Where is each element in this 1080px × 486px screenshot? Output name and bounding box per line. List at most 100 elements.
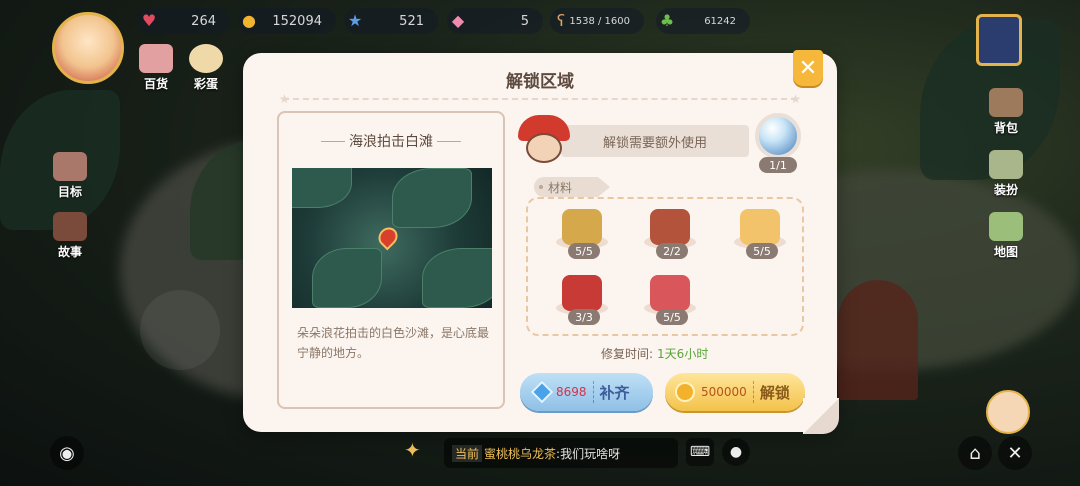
unlock-area-modal: 解锁区域 ★ ★ ✕ 海浪拍击白滩 朵朵浪花拍击的白色沙滩，是心底最宁静的地方。… [243, 50, 839, 434]
star-icon: ★ [347, 10, 363, 30]
close-icon: ✕ [798, 55, 818, 81]
fullscreen-button[interactable]: ✕ [998, 436, 1032, 470]
material-count: 5/5 [656, 309, 688, 325]
magic-wand-icon[interactable]: ✦ [404, 438, 434, 468]
fill-label: 补齐 [599, 383, 630, 402]
home-button[interactable]: ⌂ [958, 436, 992, 470]
area-description: 朵朵浪花拍击的白色沙滩，是心底最宁静的地方。 [297, 326, 490, 360]
friend-avatar[interactable] [986, 390, 1030, 434]
area-card: 海浪拍击白滩 朵朵浪花拍击的白色沙滩，是心底最宁静的地方。 [277, 111, 505, 409]
orb-count: 1/1 [759, 157, 797, 173]
red-chair-icon [562, 275, 602, 311]
dress-icon [989, 150, 1023, 179]
shop-icon [139, 44, 173, 73]
gems-value: 5 [520, 13, 529, 29]
star-decoration-icon: ★ [279, 92, 290, 106]
material-item[interactable]: 5/5 [642, 271, 698, 327]
stars-counter[interactable]: ★ 521 [344, 8, 438, 34]
coins-counter[interactable]: ● 152094 [238, 8, 336, 34]
clover-counter[interactable]: ♣ 61242 [656, 8, 750, 34]
coins-value: 152094 [272, 13, 322, 29]
repair-time: 修复时间: 1天6小时 [601, 345, 708, 362]
material-item[interactable]: 2/2 [642, 205, 698, 261]
modal-title: 解锁区域 [506, 72, 574, 92]
material-item[interactable]: 5/5 [554, 205, 610, 261]
gem-icon: ◆ [451, 10, 465, 30]
bottle-icon [740, 209, 780, 245]
microphone-icon: ● [729, 444, 743, 460]
crystal-orb-icon [755, 113, 801, 159]
material-item[interactable]: 5/5 [732, 205, 788, 261]
map-button[interactable]: 地图 [984, 212, 1028, 260]
crystal-orb-item[interactable]: 1/1 [751, 113, 805, 177]
close-button[interactable]: ✕ [793, 50, 823, 86]
player-avatar[interactable] [52, 12, 124, 84]
title-divider [283, 98, 797, 100]
hearts-value: 264 [191, 13, 216, 29]
leaf-shape [392, 168, 472, 228]
fill-cost: 8698 [556, 385, 587, 399]
goal-button[interactable]: 目标 [48, 152, 92, 200]
requirement-bar: 解锁需要额外使用 [561, 125, 749, 157]
unlock-label: 解锁 [759, 383, 790, 402]
leaf-shape [422, 248, 492, 308]
title-line [437, 141, 461, 142]
voice-button[interactable]: ● [722, 438, 750, 466]
dress-button[interactable]: 装扮 [984, 150, 1028, 198]
area-preview-image [292, 168, 492, 308]
coin-icon: ● [242, 10, 256, 30]
gems-counter[interactable]: ◆ 5 [447, 8, 543, 34]
material-item[interactable]: 3/3 [554, 271, 610, 327]
shop-button[interactable]: 百货 [134, 44, 178, 92]
material-count: 2/2 [656, 243, 688, 259]
shop-label: 百货 [143, 77, 168, 91]
materials-tag: 材料 [534, 177, 610, 197]
leaf-shape [312, 248, 382, 308]
coin-icon [675, 382, 695, 402]
heart-icon: ♥ [141, 10, 157, 30]
keyboard-button[interactable]: ⌨ [686, 438, 714, 466]
bag-label: 背包 [993, 121, 1018, 135]
material-count: 5/5 [568, 243, 600, 259]
fill-button[interactable]: 8698 补齐 [520, 373, 653, 411]
lamp-icon [562, 209, 602, 245]
bear-value: 1538 / 1600 [569, 15, 630, 27]
leaf-shape [292, 168, 352, 208]
clover-value: 61242 [704, 15, 736, 27]
page-fold [803, 398, 839, 434]
quest-book-icon[interactable] [976, 14, 1022, 66]
repair-label: 修复时间: [601, 347, 654, 361]
story-button[interactable]: 故事 [48, 212, 92, 260]
diamond-icon [530, 380, 554, 404]
bag-icon [989, 88, 1023, 117]
egg-button[interactable]: 彩蛋 [184, 44, 228, 92]
materials-label: 材料 [548, 180, 573, 195]
egg-label: 彩蛋 [193, 77, 218, 91]
chat-bar[interactable]: 当前 蜜桃桃乌龙茶 :我们玩啥呀 [444, 438, 678, 468]
material-count: 5/5 [746, 243, 778, 259]
unlock-button[interactable]: 500000 解锁 [665, 373, 805, 411]
map-icon [989, 212, 1023, 241]
bear-counter[interactable]: ʕ 1538 / 1600 [550, 8, 644, 34]
chat-channel: 当前 [452, 444, 483, 462]
map-pin-icon [374, 223, 402, 254]
cake-stand-icon [650, 209, 690, 245]
expand-icon: ✕ [1007, 442, 1023, 464]
bear-icon: ʕ [556, 10, 566, 30]
unlock-cost: 500000 [701, 385, 747, 399]
clover-icon: ♣ [659, 10, 675, 30]
story-label: 故事 [57, 245, 82, 259]
bag-button[interactable]: 背包 [984, 88, 1028, 136]
camera-button[interactable]: ◉ [50, 436, 84, 470]
keyboard-icon: ⌨ [689, 444, 711, 460]
map-label: 地图 [993, 245, 1018, 259]
home-icon: ⌂ [969, 442, 981, 464]
area-title: 海浪拍击白滩 [349, 134, 433, 150]
requirement-text: 解锁需要额外使用 [602, 135, 707, 151]
character-icon [516, 115, 572, 167]
dress-label: 装扮 [993, 183, 1018, 197]
story-icon [53, 212, 87, 241]
hearts-counter[interactable]: ♥ 264 [138, 8, 230, 34]
star-decoration-icon: ★ [790, 92, 801, 106]
chat-message: :我们玩啥呀 [556, 446, 621, 461]
